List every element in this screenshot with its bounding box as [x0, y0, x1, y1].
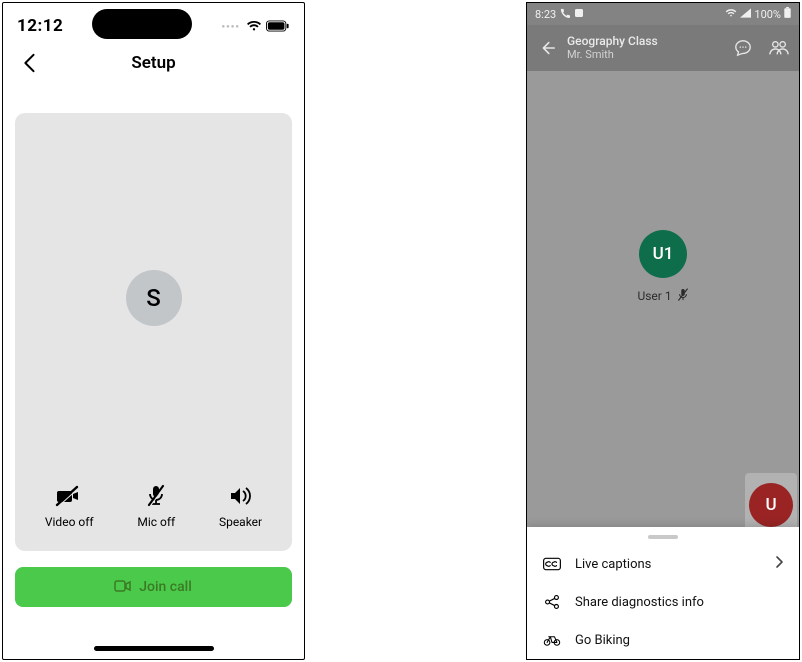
bike-icon — [543, 631, 561, 649]
self-avatar[interactable]: U — [749, 483, 793, 527]
sheet-item-label: Share diagnostics info — [575, 595, 704, 610]
people-icon — [769, 39, 789, 57]
video-preview: S Video off Mic off Speaker — [15, 113, 292, 551]
sheet-item-live-captions[interactable]: Live captions — [527, 545, 799, 583]
ios-status-bar: 12:12 ●●●● — [3, 3, 304, 43]
remote-participant-row: User 1 — [637, 288, 688, 305]
battery-icon — [266, 17, 290, 36]
sheet-item-label: Live captions — [575, 557, 651, 572]
mic-muted-icon — [677, 288, 689, 305]
home-indicator[interactable] — [94, 646, 214, 651]
signal-icon — [740, 8, 751, 21]
sheet-item-share-diagnostics[interactable]: Share diagnostics info — [527, 583, 799, 621]
video-toggle[interactable]: Video off — [45, 483, 94, 529]
chevron-left-icon — [22, 53, 36, 73]
preview-center: S — [15, 113, 292, 483]
chat-button[interactable] — [731, 36, 755, 60]
call-area: U1 User 1 U — [527, 71, 799, 527]
notification-icon — [574, 8, 584, 21]
back-button[interactable] — [535, 39, 559, 57]
ios-phone-frame: 12:12 ●●●● Setup S Video of — [2, 2, 305, 660]
sheet-handle[interactable] — [648, 535, 678, 539]
cc-icon — [543, 555, 561, 573]
setup-header: Setup — [3, 43, 304, 83]
join-call-button[interactable]: Join call — [15, 567, 292, 607]
join-call-label: Join call — [139, 579, 192, 595]
chat-icon — [734, 39, 752, 57]
conversation-title: Geography Class — [567, 35, 719, 48]
participants-button[interactable] — [767, 36, 791, 60]
remote-participant-name: User 1 — [637, 289, 671, 303]
wifi-icon — [246, 17, 262, 36]
back-button[interactable] — [15, 49, 43, 77]
chevron-right-icon — [775, 556, 783, 572]
cellular-dots-icon: ●●●● — [222, 23, 241, 30]
call-controls: Video off Mic off Speaker — [15, 483, 292, 551]
wifi-icon — [725, 8, 737, 21]
video-off-icon — [56, 483, 82, 509]
bottom-sheet: Live captions Share diagnostics info Go … — [527, 527, 799, 659]
video-call-icon — [115, 579, 131, 595]
status-time: 12:12 — [17, 16, 63, 36]
conversation-header: Geography Class Mr. Smith — [527, 25, 799, 71]
android-status-bar: 8:23 100% — [527, 3, 799, 25]
remote-participant-avatar[interactable]: U1 — [639, 230, 687, 278]
mic-off-icon — [143, 483, 169, 509]
phone-icon — [560, 8, 570, 21]
video-toggle-label: Video off — [45, 515, 94, 529]
audio-output-toggle[interactable]: Speaker — [219, 483, 262, 529]
conversation-subtitle: Mr. Smith — [567, 49, 719, 61]
android-phone-frame: 8:23 100% Geography Class — [526, 2, 800, 660]
status-right-icons: ●●●● — [222, 17, 291, 36]
arrow-left-icon — [538, 39, 556, 57]
battery-icon — [784, 7, 791, 21]
dynamic-island — [92, 9, 192, 39]
battery-percent: 100% — [754, 8, 781, 21]
sheet-item-label: Go Biking — [575, 633, 630, 648]
speaker-icon — [228, 483, 254, 509]
avatar: S — [126, 270, 182, 326]
status-time: 8:23 — [535, 8, 556, 21]
page-title: Setup — [131, 53, 175, 73]
mic-toggle[interactable]: Mic off — [137, 483, 175, 529]
mic-toggle-label: Mic off — [137, 515, 175, 529]
conversation-titles[interactable]: Geography Class Mr. Smith — [567, 35, 719, 60]
audio-output-label: Speaker — [219, 515, 262, 529]
sheet-item-go-biking[interactable]: Go Biking — [527, 621, 799, 659]
share-icon — [543, 593, 561, 611]
